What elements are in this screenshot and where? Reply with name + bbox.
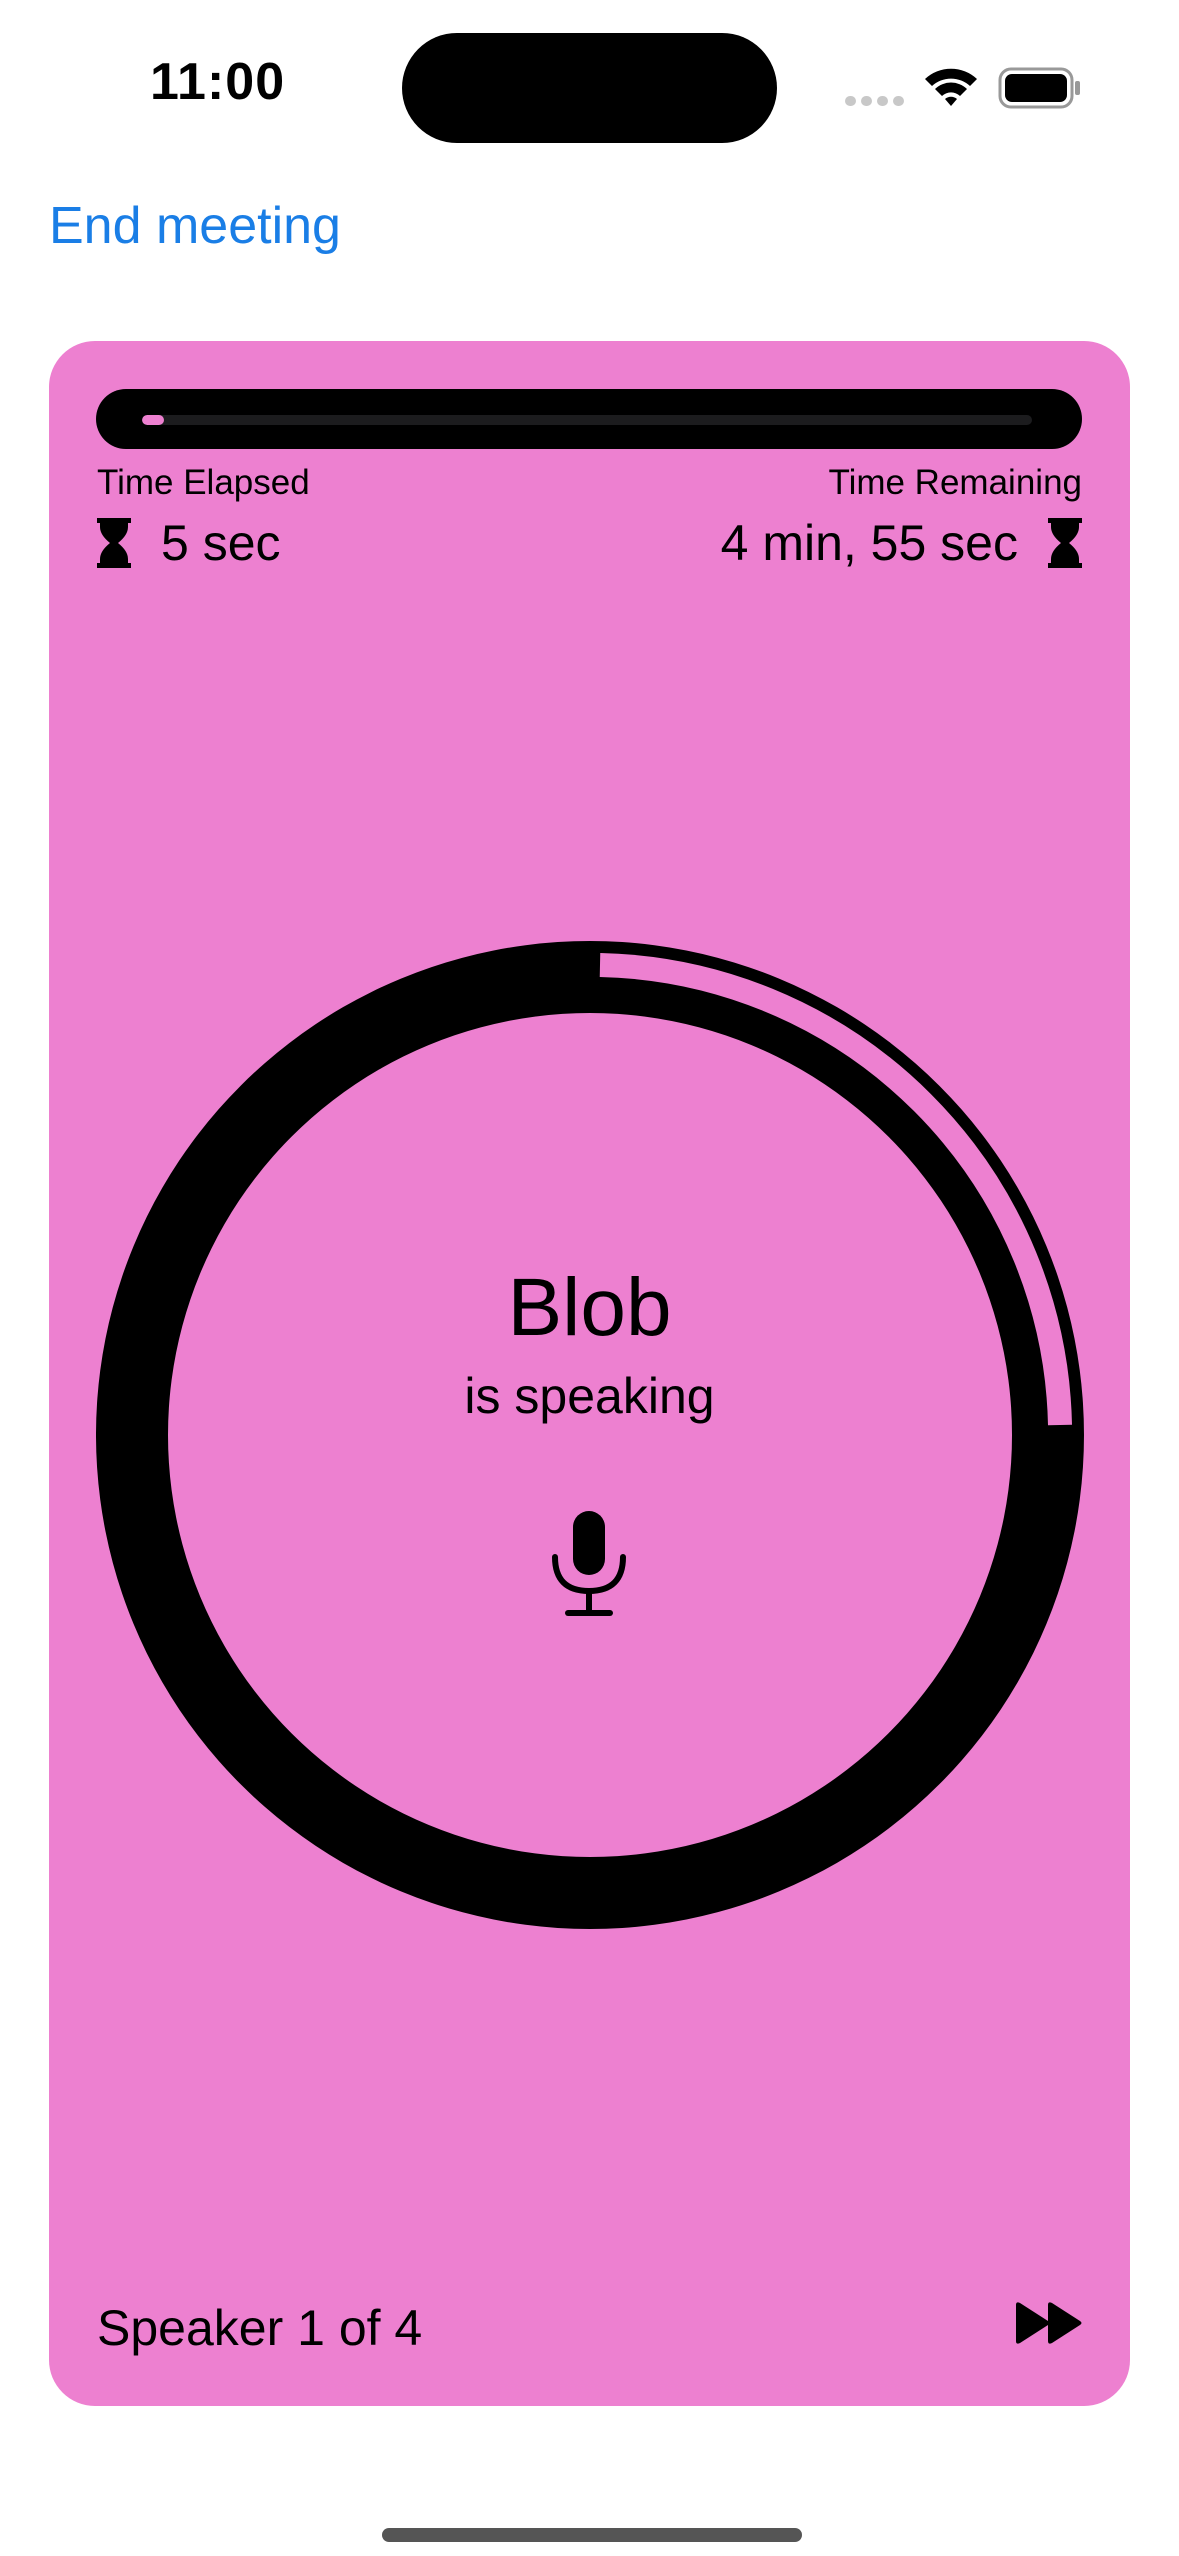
progress-track-inner — [142, 415, 1032, 425]
speaker-ring — [96, 941, 1084, 1929]
dynamic-island — [402, 33, 777, 143]
screen: 11:00 End meeting Time Elapsed Time Rema… — [0, 0, 1179, 2556]
mic-icon — [552, 1511, 626, 1616]
speaker-count: Speaker 1 of 4 — [97, 2300, 423, 2356]
hourglass-icon — [97, 518, 131, 568]
meeting-progress-bar — [96, 389, 1082, 449]
progress-fill — [142, 415, 164, 425]
time-elapsed-label: Time Elapsed — [97, 463, 310, 502]
home-indicator — [382, 2528, 802, 2542]
hourglass-icon — [1048, 518, 1082, 568]
time-elapsed: 5 sec — [97, 513, 281, 573]
status-time: 11:00 — [150, 53, 286, 111]
ring-speaker-arc — [599, 953, 1072, 1426]
time-remaining-value: 4 min, 55 sec — [720, 515, 1018, 571]
cellular-signal-icon — [845, 96, 905, 106]
end-meeting-button[interactable]: End meeting — [49, 196, 341, 256]
meeting-card: Time Elapsed Time Remaining 5 sec 4 min,… — [49, 341, 1130, 2406]
time-remaining: 4 min, 55 sec — [721, 513, 1082, 573]
wifi-icon — [925, 68, 977, 106]
time-elapsed-value: 5 sec — [161, 515, 281, 571]
time-remaining-label: Time Remaining — [828, 463, 1082, 502]
speaker-status: is speaking — [464, 1368, 715, 1424]
ring-remaining-segment — [96, 941, 1084, 1929]
speaker-name: Blob — [507, 1262, 672, 1353]
next-speaker-button[interactable] — [1014, 2299, 1086, 2347]
battery-icon — [998, 67, 1080, 109]
forward-icon — [1016, 2302, 1082, 2344]
